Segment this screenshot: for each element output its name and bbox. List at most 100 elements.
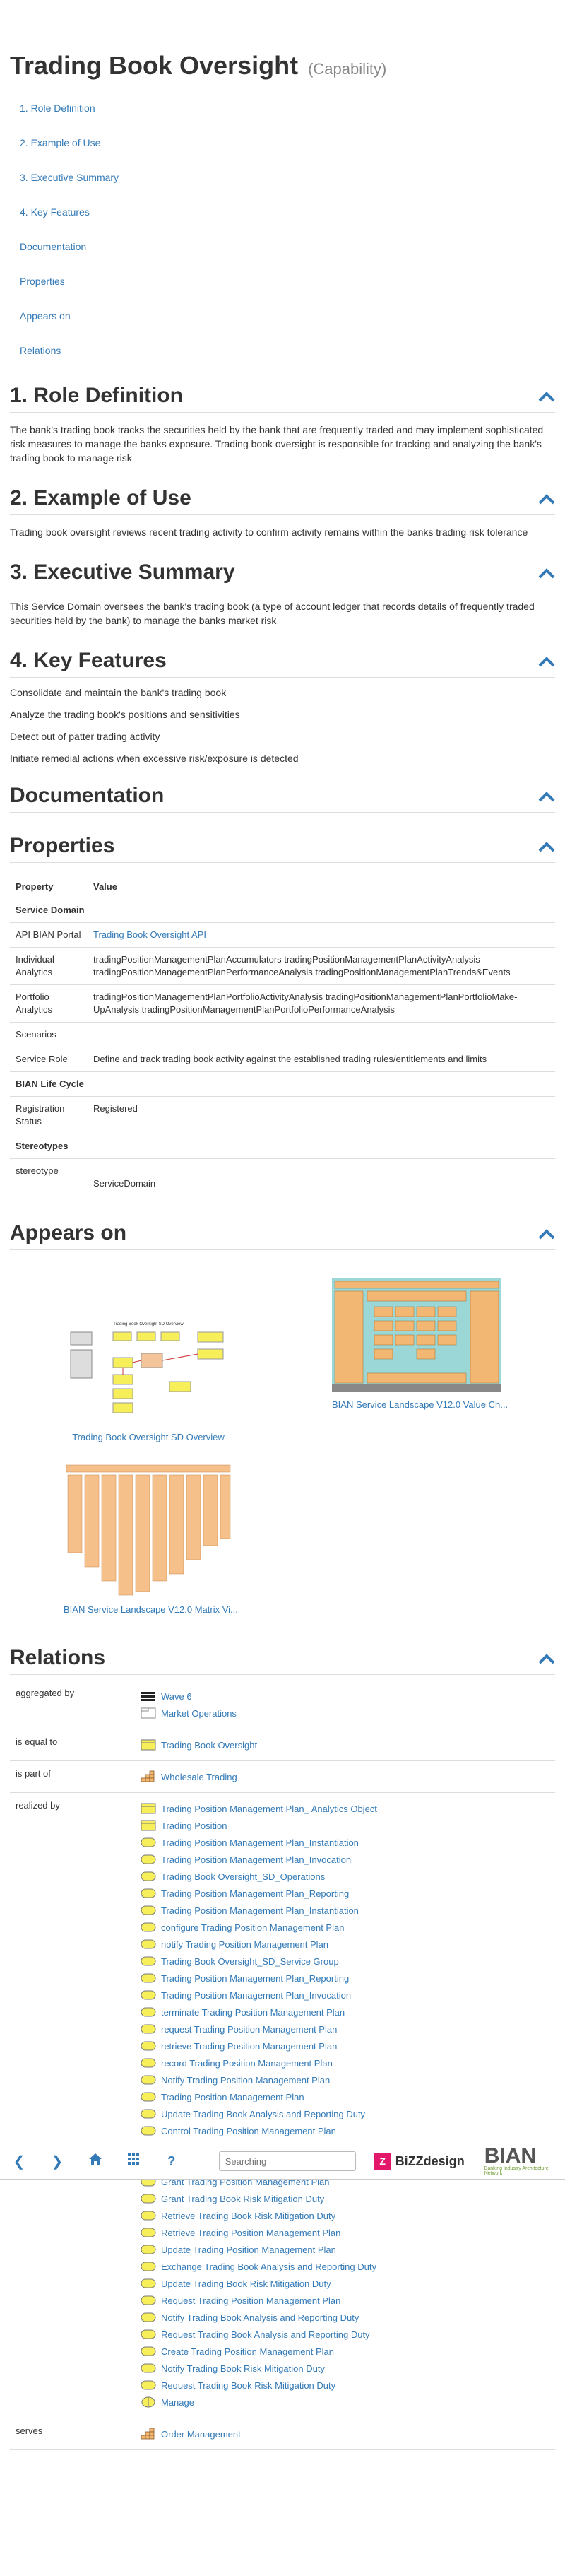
property-value: Trading Book Oversight API [88,922,555,948]
diagram-caption[interactable]: BIAN Service Landscape V12.0 Matrix Vi..… [64,1604,238,1615]
collapse-chevron-up-icon[interactable] [538,1228,555,1240]
page-subtitle: (Capability) [308,60,387,78]
toc-link-role-definition[interactable]: 1. Role Definition [20,102,95,114]
diagram-caption[interactable]: Trading Book Oversight SD Overview [64,1432,233,1442]
relation-link[interactable]: record Trading Position Management Plan [161,2058,333,2069]
relation-link[interactable]: Trading Position Management Plan_ Analyt… [161,1804,377,1814]
relation-link[interactable]: Trading Position [161,1821,227,1831]
relation-link[interactable]: Trading Position Management Plan_Invocat… [161,1990,351,2001]
collapse-chevron-up-icon[interactable] [538,493,555,505]
collapse-chevron-up-icon[interactable] [538,791,555,802]
relation-link[interactable]: retrieve Trading Position Management Pla… [161,2041,337,2052]
section-header-appears-on: Appears on [10,1221,555,1250]
relation-link[interactable]: Trading Position Management Plan_Instant… [161,1837,359,1848]
api-portal-link[interactable]: Trading Book Oversight API [93,929,206,940]
toc-link-example-of-use[interactable]: 2. Example of Use [20,137,100,148]
toc-link-properties[interactable]: Properties [20,276,65,287]
relation-link[interactable]: Notify Trading Position Management Plan [161,2075,330,2086]
relation-link[interactable]: configure Trading Position Management Pl… [161,1922,344,1933]
relation-link[interactable]: Wave 6 [161,1691,192,1702]
relation-link[interactable]: Exchange Trading Book Analysis and Repor… [161,2262,376,2272]
relation-link[interactable]: Retrieve Trading Book Risk Mitigation Du… [161,2211,335,2221]
key-feature-item: Initiate remedial actions when excessive… [10,753,299,764]
relation-item: Trading Book Oversight_SD_Service Group [140,1953,555,1970]
business-object-icon [140,1819,157,1832]
relation-link[interactable]: notify Trading Position Management Plan [161,1939,328,1950]
relation-link[interactable]: Create Trading Position Management Plan [161,2346,334,2357]
relation-link[interactable]: Trading Book Oversight [161,1740,257,1751]
table-row: stereotype ServiceDomain [10,1158,555,1196]
collapse-chevron-up-icon[interactable] [538,391,555,402]
relation-link[interactable]: Manage [161,2397,194,2408]
toc-link-key-features[interactable]: 4. Key Features [20,206,90,218]
forward-arrow-icon[interactable]: ❯ [38,2153,76,2170]
relation-link[interactable]: Wholesale Trading [161,1772,237,1782]
relation-link[interactable]: Retrieve Trading Position Management Pla… [161,2228,340,2238]
section-heading: 4. Key Features [10,649,167,672]
relation-item: Trading Position Management Plan [140,2088,555,2105]
section-heading: Properties [10,834,115,857]
business-service-icon [140,2209,157,2222]
section-header-documentation: Documentation [10,784,555,813]
bizzdesign-logo-text: BiZZdesign [395,2153,465,2168]
relation-link[interactable]: Trading Position Management Plan_Reporti… [161,1888,349,1899]
section-header-executive-summary: 3. Executive Summary [10,560,555,589]
diagram-thumbnail[interactable]: BIAN Service Landscape V12.0 Matrix Vi..… [64,1462,238,1615]
relation-link[interactable]: Trading Book Oversight_SD_Operations [161,1871,325,1882]
relation-item: Request Trading Position Management Plan [140,2292,555,2309]
relation-link[interactable]: Control Trading Position Management Plan [161,2126,336,2136]
relation-link[interactable]: Notify Trading Book Analysis and Reporti… [161,2312,359,2323]
relation-item: configure Trading Position Management Pl… [140,1919,555,1936]
relation-link[interactable]: Request Trading Position Management Plan [161,2295,340,2306]
relation-item: record Trading Position Management Plan [140,2054,555,2071]
diagram-thumbnail[interactable]: BIAN Service Landscape V12.0 Value Ch... [332,1278,508,1410]
grid-menu-icon[interactable] [114,2153,153,2170]
plateau-icon [140,1690,157,1702]
toc-link-documentation[interactable]: Documentation [20,241,86,252]
property-key: Individual Analytics [10,947,88,985]
diagram-caption[interactable]: BIAN Service Landscape V12.0 Value Ch... [332,1399,508,1410]
collapse-chevron-up-icon[interactable] [538,656,555,667]
relation-item: terminate Trading Position Management Pl… [140,2004,555,2021]
back-arrow-icon[interactable]: ❮ [0,2153,38,2170]
column-header: Property [16,881,54,892]
relation-link[interactable]: Trading Position Management Plan_Instant… [161,1905,359,1916]
relation-link[interactable]: Trading Book Oversight_SD_Service Group [161,1956,339,1967]
toc-link-executive-summary[interactable]: 3. Executive Summary [20,172,119,183]
relation-link[interactable]: Market Operations [161,1708,237,1719]
toc-item: 2. Example of Use [20,137,555,172]
relation-link[interactable]: Notify Trading Book Risk Mitigation Duty [161,2363,325,2374]
diagram-thumbnail[interactable]: Trading Book Oversight SD Overview Tradi… [64,1318,233,1442]
relation-link[interactable]: Update Trading Book Analysis and Reporti… [161,2109,365,2119]
relation-link[interactable]: Update Trading Position Management Plan [161,2245,336,2255]
relation-link[interactable]: terminate Trading Position Management Pl… [161,2007,345,2018]
relation-link[interactable]: Request Trading Book Analysis and Report… [161,2329,370,2340]
business-service-icon [140,2107,157,2120]
toc-link-relations[interactable]: Relations [20,345,61,356]
relation-link[interactable]: request Trading Position Management Plan [161,2024,337,2035]
business-service-icon [140,2124,157,2137]
relation-link[interactable]: Update Trading Book Risk Mitigation Duty [161,2278,331,2289]
help-icon[interactable]: ? [153,2154,191,2169]
relation-link[interactable]: Trading Position Management Plan_Reporti… [161,1973,349,1984]
relation-link[interactable]: Order Management [161,2429,241,2440]
business-service-icon [140,2074,157,2086]
home-icon[interactable] [76,2153,114,2170]
search-input[interactable] [218,2151,356,2171]
bian-logo[interactable]: BIAN Banking Industry Architecture Netwo… [484,2144,565,2177]
relation-label: realized by [16,1800,60,1811]
bian-logo-text: BIAN [484,2144,537,2168]
collapse-chevron-up-icon[interactable] [538,1653,555,1664]
relation-link[interactable]: Grant Trading Book Risk Mitigation Duty [161,2194,324,2204]
relation-link[interactable]: Request Trading Book Risk Mitigation Dut… [161,2380,335,2391]
relation-link[interactable]: Trading Position Management Plan [161,2092,304,2102]
toc-link-appears-on[interactable]: Appears on [20,310,71,322]
collapse-chevron-up-icon[interactable] [538,567,555,579]
relation-item: notify Trading Position Management Plan [140,1936,555,1953]
relation-serves: serves Order Management [10,2418,555,2450]
relation-link[interactable]: Trading Position Management Plan_Invocat… [161,1854,351,1865]
collapse-chevron-up-icon[interactable] [538,841,555,852]
bizzdesign-logo[interactable]: Z BiZZdesign [374,2153,465,2170]
section-heading: 3. Executive Summary [10,560,235,584]
table-row: API BIAN Portal Trading Book Oversight A… [10,922,555,948]
